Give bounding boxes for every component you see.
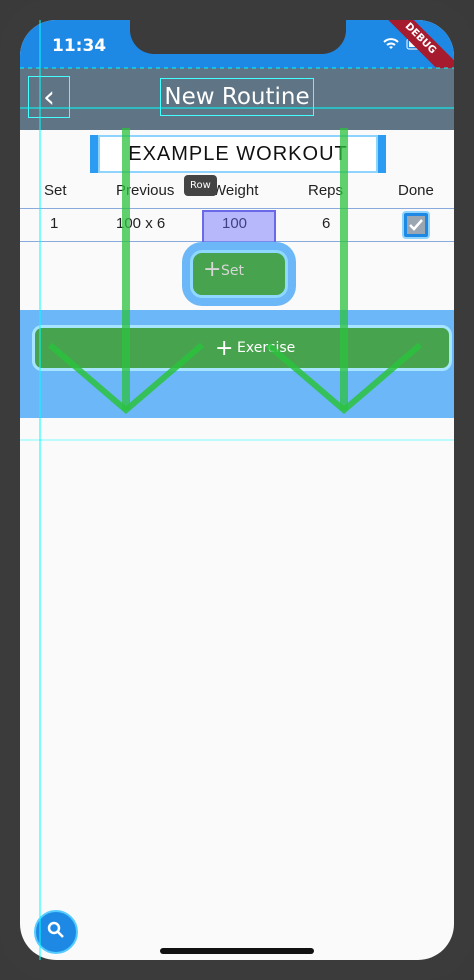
header-previous: Previous <box>116 182 175 199</box>
add-exercise-label: Exercise <box>237 340 296 356</box>
home-indicator <box>160 948 314 954</box>
search-fab[interactable] <box>34 910 78 954</box>
chevron-left-icon: ‹ <box>43 79 55 115</box>
header-set: Set <box>44 182 67 199</box>
status-time: 11:34 <box>52 36 107 56</box>
back-button[interactable]: ‹ <box>28 76 70 118</box>
header-weight: Weight <box>212 182 259 199</box>
debug-tooltip: Row <box>184 175 217 196</box>
status-bar: 11:34 DEBUG <box>20 20 454 88</box>
add-set-label: Set <box>221 263 244 279</box>
done-checkbox[interactable] <box>402 211 430 243</box>
add-set-button[interactable]: + Set <box>190 250 288 298</box>
plus-icon: + <box>215 336 234 361</box>
add-exercise-button[interactable]: + Exercise <box>32 325 452 371</box>
plus-icon: + <box>203 257 222 282</box>
header-done: Done <box>398 182 434 199</box>
workout-title[interactable]: EXAMPLE WORKOUT <box>98 135 378 173</box>
page-title: New Routine <box>160 78 314 116</box>
wifi-icon <box>382 35 400 54</box>
screen: 11:34 DEBUG ‹ New Routine EXAMPLE WORKOU… <box>20 20 454 960</box>
search-icon <box>47 921 65 944</box>
cell-reps[interactable]: 6 <box>322 215 330 232</box>
header-reps: Reps <box>308 182 344 199</box>
table-header-row: Set Previous Weight Reps Done <box>20 176 454 209</box>
cell-set: 1 <box>50 215 59 232</box>
notch <box>130 20 346 54</box>
app-bar: ‹ New Routine <box>20 68 454 130</box>
cell-previous: 100 x 6 <box>116 215 166 232</box>
